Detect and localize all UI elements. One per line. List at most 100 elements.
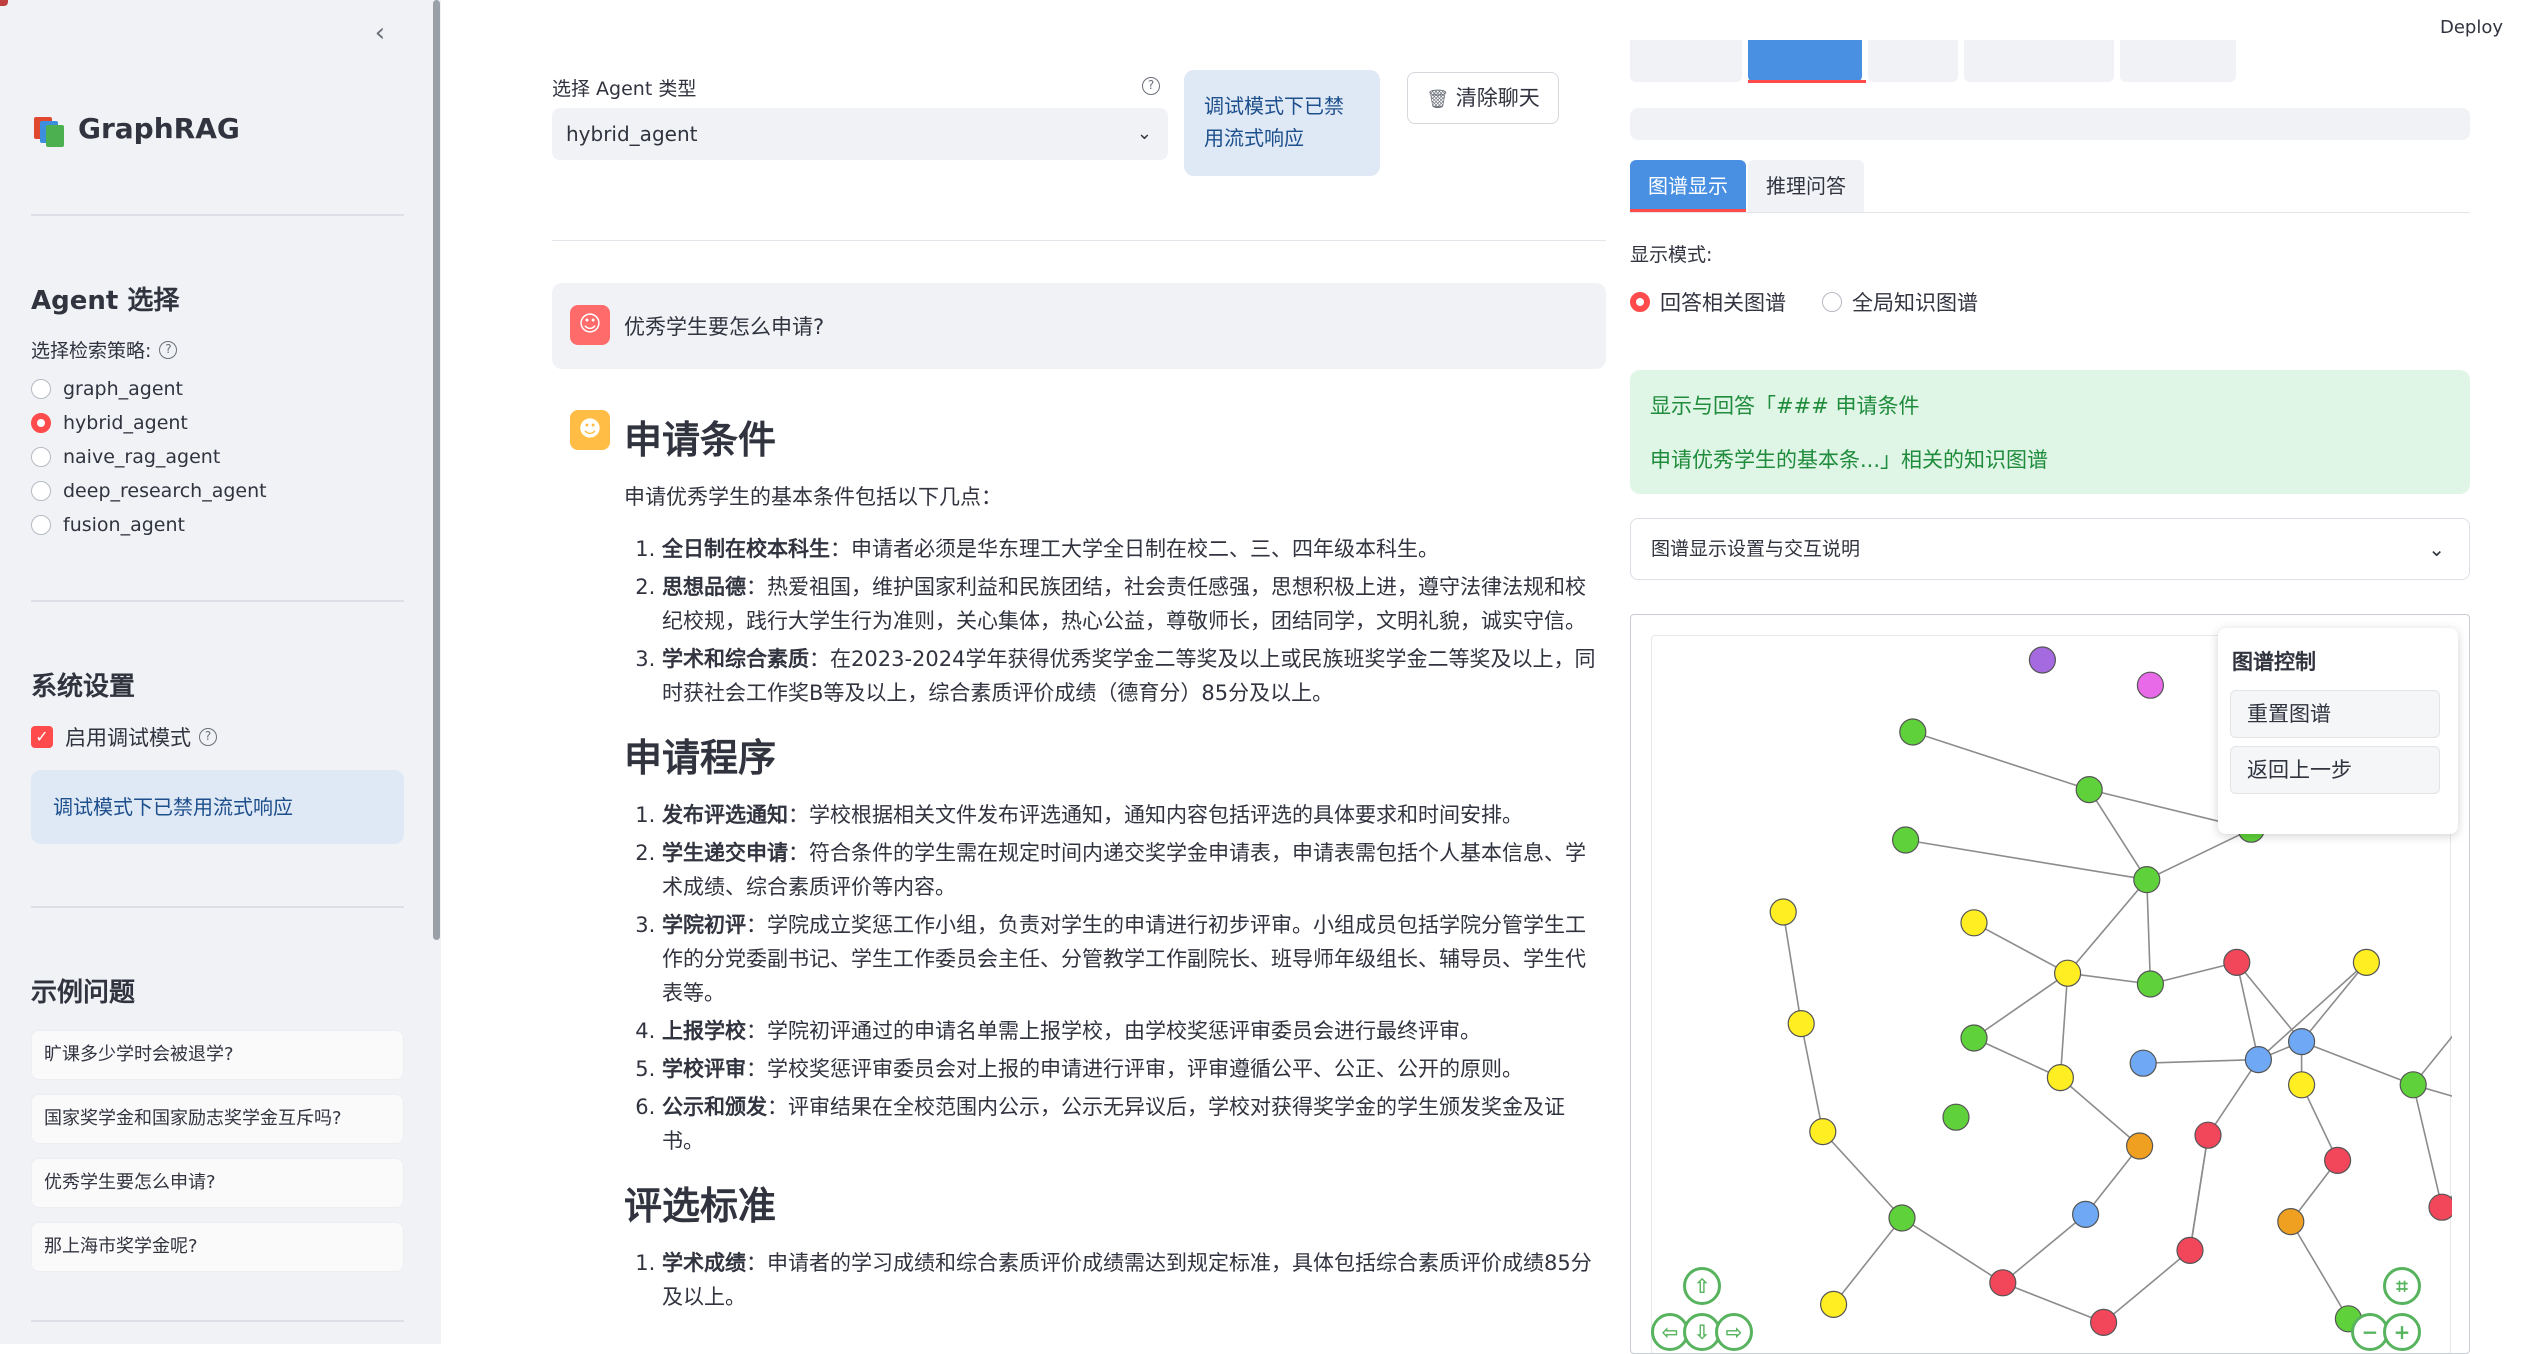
clear-chat-button[interactable]: 🗑 清除聊天 bbox=[1407, 72, 1559, 124]
graph-edge bbox=[2300, 961, 2368, 1043]
radio-deep-research-agent[interactable]: deep_research_agent bbox=[31, 474, 267, 508]
graph-node[interactable] bbox=[1888, 1204, 1916, 1232]
graph-node[interactable] bbox=[2194, 1121, 2222, 1149]
brand-name: GraphRAG bbox=[78, 112, 240, 145]
item-bold: 学生递交申请 bbox=[662, 841, 788, 865]
reset-graph-button[interactable]: 重置图谱 bbox=[2230, 690, 2440, 738]
tab[interactable] bbox=[1630, 40, 1742, 82]
radio-icon[interactable] bbox=[1822, 292, 1842, 312]
item-bold: 发布评选通知 bbox=[662, 803, 788, 827]
graph-node[interactable] bbox=[2054, 959, 2082, 987]
progress-bar bbox=[1630, 108, 2470, 140]
graph-node[interactable] bbox=[1899, 718, 1927, 746]
fit-view-icon[interactable]: ⌗ bbox=[2383, 1267, 2421, 1305]
graph-node[interactable] bbox=[1787, 1010, 1815, 1038]
graph-node[interactable] bbox=[2323, 1146, 2352, 1175]
assistant-avatar-icon: ☻ bbox=[570, 410, 610, 450]
back-step-button[interactable]: 返回上一步 bbox=[2230, 746, 2440, 794]
graph-node[interactable] bbox=[1769, 898, 1797, 926]
graph-node[interactable] bbox=[2244, 1046, 2273, 1074]
graph-edge bbox=[1822, 1131, 1903, 1219]
zoom-in-icon[interactable]: + bbox=[2383, 1313, 2421, 1351]
help-icon[interactable]: ? bbox=[159, 340, 178, 359]
item-text: ：学院初评通过的申请名单需上报学校，由学校奖惩评审委员会进行最终评审。 bbox=[746, 1019, 1481, 1043]
example-question-button[interactable]: 旷课多少学时会被退学? bbox=[31, 1030, 404, 1080]
graph-node[interactable] bbox=[2046, 1064, 2074, 1092]
radio-fusion-agent[interactable]: fusion_agent bbox=[31, 508, 267, 542]
graph-node[interactable] bbox=[1809, 1118, 1837, 1146]
graph-node[interactable] bbox=[2277, 1207, 2305, 1236]
graph-node[interactable] bbox=[2072, 1200, 2100, 1229]
radio-label: hybrid_agent bbox=[63, 412, 188, 434]
graph-edge bbox=[2236, 962, 2260, 1060]
agent-type-select[interactable]: hybrid_agent ⌄ bbox=[552, 108, 1168, 160]
graph-node[interactable] bbox=[2136, 970, 2164, 998]
notice-line: 显示与回答「### 申请条件 bbox=[1650, 394, 1920, 418]
help-icon-glyph: ? bbox=[1142, 77, 1160, 95]
graph-node[interactable] bbox=[2075, 776, 2103, 804]
graph-node[interactable] bbox=[1942, 1103, 1970, 1131]
tab[interactable] bbox=[1868, 40, 1958, 82]
graph-node[interactable] bbox=[2399, 1071, 2427, 1099]
graph-node[interactable] bbox=[1820, 1290, 1848, 1319]
example-question-button[interactable]: 那上海市奖学金呢? bbox=[31, 1222, 404, 1272]
graph-edge bbox=[1973, 972, 2069, 1039]
pan-up-icon[interactable]: ⇧ bbox=[1683, 1267, 1721, 1305]
examples-section-title: 示例问题 bbox=[31, 978, 136, 1008]
graph-node[interactable] bbox=[2126, 1132, 2154, 1160]
radio-label: deep_research_agent bbox=[63, 480, 267, 502]
radio-naive-rag-agent[interactable]: naive_rag_agent bbox=[31, 440, 267, 474]
assistant-answer: 申请条件 申请优秀学生的基本条件包括以下几点： 全日制在校本科生：申请者必须是华… bbox=[624, 414, 1604, 1318]
graph-settings-expander[interactable]: 图谱显示设置与交互说明 ⌄ bbox=[1630, 518, 2470, 580]
tab-active[interactable] bbox=[1748, 40, 1862, 82]
display-mode-label: 显示模式: bbox=[1630, 244, 1713, 266]
pan-right-icon[interactable]: ⇨ bbox=[1715, 1313, 1753, 1351]
debug-checkbox[interactable]: ✓ 启用调试模式 ? bbox=[31, 722, 217, 752]
example-question-button[interactable]: 优秀学生要怎么申请? bbox=[31, 1158, 404, 1208]
checkbox-checked-icon: ✓ bbox=[31, 726, 53, 748]
graph-edge bbox=[1905, 839, 2147, 881]
radio-hybrid-agent[interactable]: hybrid_agent bbox=[31, 406, 267, 440]
radio-label[interactable]: 全局知识图谱 bbox=[1852, 287, 1978, 317]
user-avatar-icon: ☺ bbox=[570, 305, 610, 345]
graph-node[interactable] bbox=[1989, 1269, 2017, 1297]
deploy-button[interactable]: Deploy bbox=[2440, 17, 2503, 38]
radio-graph-agent[interactable]: graph_agent bbox=[31, 372, 267, 406]
graph-node[interactable] bbox=[2176, 1236, 2204, 1265]
radio-label: graph_agent bbox=[63, 378, 184, 400]
radio-label[interactable]: 回答相关图谱 bbox=[1660, 287, 1786, 317]
graph-node[interactable] bbox=[2090, 1308, 2118, 1337]
graph-node[interactable] bbox=[2133, 866, 2161, 894]
sidebar-scrollbar[interactable] bbox=[433, 0, 440, 940]
graph-node[interactable] bbox=[2136, 671, 2164, 699]
example-question-button[interactable]: 国家奖学金和国家励志奖学金互斥吗? bbox=[31, 1094, 404, 1144]
graph-node[interactable] bbox=[1960, 1024, 1988, 1052]
chevron-left-icon[interactable]: ‹ bbox=[368, 18, 392, 48]
tab[interactable] bbox=[2120, 40, 2236, 82]
graph-edge bbox=[2146, 828, 2252, 881]
help-icon[interactable]: ? bbox=[199, 728, 217, 746]
help-icon[interactable]: ? bbox=[1142, 74, 1160, 95]
graph-node[interactable] bbox=[2352, 948, 2381, 976]
graph-control-title: 图谱控制 bbox=[2232, 650, 2316, 674]
radio-selected-icon[interactable] bbox=[1630, 292, 1650, 312]
item-bold: 学术和综合素质 bbox=[662, 647, 809, 671]
debug-notice: 调试模式下已禁用流式响应 bbox=[1184, 70, 1380, 176]
graph-node[interactable] bbox=[2129, 1049, 2157, 1077]
graph-node[interactable] bbox=[1960, 909, 1988, 937]
graph-node[interactable] bbox=[1892, 826, 1920, 854]
graph-node[interactable] bbox=[2428, 1193, 2456, 1221]
tab[interactable] bbox=[1964, 40, 2114, 82]
graph-node[interactable] bbox=[2287, 1071, 2316, 1099]
graph-edge bbox=[2103, 1249, 2191, 1324]
graph-node[interactable] bbox=[2287, 1028, 2316, 1056]
select-value: hybrid_agent bbox=[566, 122, 698, 146]
active-tab-indicator bbox=[1748, 80, 1866, 83]
trash-icon: 🗑 bbox=[1426, 89, 1450, 110]
strategy-label: 选择检索策略: ? bbox=[31, 336, 178, 363]
graph-edge bbox=[2066, 879, 2148, 974]
tab-reasoning-qa[interactable]: 推理问答 bbox=[1748, 160, 1864, 212]
graph-node[interactable] bbox=[2223, 948, 2251, 976]
graph-node[interactable] bbox=[2028, 646, 2056, 674]
tab-graph-display[interactable]: 图谱显示 bbox=[1630, 160, 1746, 212]
